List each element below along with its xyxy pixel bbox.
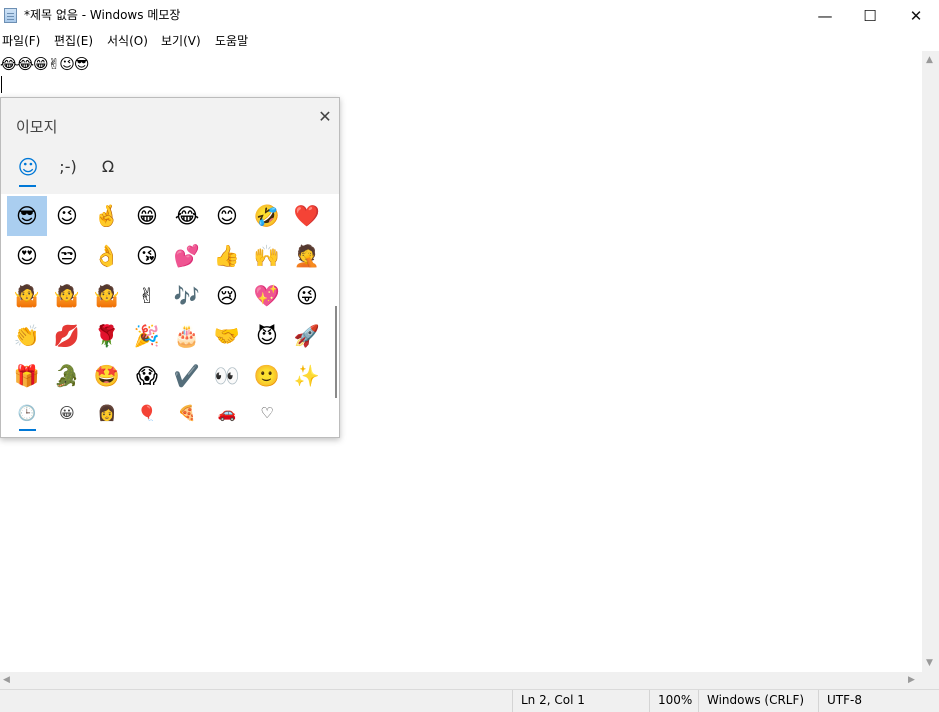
emoji-panel-close-icon[interactable]: ✕ — [313, 105, 337, 129]
emoji-cell[interactable]: 🤣 — [247, 196, 287, 236]
scroll-left-arrow[interactable]: ◀ — [3, 675, 10, 685]
emoji-cell[interactable]: 😜 — [287, 276, 327, 316]
menu-file[interactable]: 파일(F) — [2, 33, 40, 49]
emoji-cell[interactable]: 🐊 — [47, 356, 87, 396]
emoji-cell[interactable]: 😂 — [167, 196, 207, 236]
emoji-cell[interactable]: 😁 — [127, 196, 167, 236]
emoji-cell[interactable]: 👀 — [207, 356, 247, 396]
text-caret — [1, 76, 2, 93]
emoji-grid: 😎 😉 🤞 😁 😂 😊 🤣 ❤️ 😍 😒 👌 😘 💕 👍 🙌 🤦 🤷 🤷 🤷 ✌ 🎶 😢 💖 😜 👏 💋 🌹 🎉 🎂 🤝 😈 🚀 🎁 🐊 🤩 😱 ✔️ 👀… — [1, 194, 339, 436]
emoji-cell[interactable]: 👌 — [87, 236, 127, 276]
emoji-cell[interactable]: 😢 — [207, 276, 247, 316]
scroll-down-arrow[interactable]: ▼ — [926, 658, 933, 668]
emoji-cell[interactable]: 😊 — [207, 196, 247, 236]
category-food-icon[interactable]: 🍕 — [167, 401, 207, 425]
category-people-icon[interactable]: 👩 — [87, 401, 127, 425]
emoji-cell[interactable]: 🌹 — [87, 316, 127, 356]
status-encoding: UTF-8 — [818, 690, 939, 712]
emoji-cell[interactable]: 🤷 — [47, 276, 87, 316]
emoji-cell[interactable]: ✔️ — [167, 356, 207, 396]
emoji-panel-title: 이모지 — [16, 118, 58, 136]
emoji-cell[interactable]: 💖 — [247, 276, 287, 316]
emoji-cell[interactable]: 🤝 — [207, 316, 247, 356]
scrollbar-corner — [922, 672, 939, 689]
emoji-cell[interactable]: 🚀 — [287, 316, 327, 356]
menu-edit[interactable]: 편집(E) — [54, 33, 93, 49]
emoji-cell[interactable]: 😈 — [247, 316, 287, 356]
menu-view[interactable]: 보기(V) — [161, 33, 201, 49]
editor-line-1: 😂😂😁✌😉😎 — [0, 55, 90, 73]
emoji-cell[interactable]: 🎶 — [167, 276, 207, 316]
menu-format[interactable]: 서식(O) — [107, 33, 148, 49]
vertical-scrollbar[interactable]: ▲ ▼ — [922, 51, 939, 672]
category-smileys-icon[interactable]: 😀 — [47, 401, 87, 425]
scroll-right-arrow[interactable]: ▶ — [908, 675, 915, 685]
notepad-icon — [4, 8, 17, 23]
tab-symbols[interactable]: Ω — [95, 155, 121, 179]
horizontal-scrollbar[interactable]: ◀ ▶ — [0, 672, 922, 689]
emoji-cell[interactable]: ✌ — [127, 276, 167, 316]
title-bar: *제목 없음 - Windows 메모장 — ☐ ✕ — [0, 0, 939, 31]
category-travel-icon[interactable]: 🚗 — [207, 401, 247, 425]
emoji-cell[interactable]: 💕 — [167, 236, 207, 276]
status-cursor-position: Ln 2, Col 1 — [512, 690, 649, 712]
emoji-cell[interactable]: 💋 — [47, 316, 87, 356]
menu-help[interactable]: 도움말 — [215, 33, 248, 49]
emoji-cell[interactable]: 👍 — [207, 236, 247, 276]
window-title: *제목 없음 - Windows 메모장 — [24, 8, 181, 22]
emoji-cell[interactable]: 😉 — [47, 196, 87, 236]
emoji-cell[interactable]: 😱 — [127, 356, 167, 396]
status-zoom: 100% — [649, 690, 698, 712]
emoji-cell[interactable]: 🤷 — [87, 276, 127, 316]
emoji-panel: 이모지 ✕ ☺ ;-) Ω 😎 😉 🤞 😁 😂 😊 🤣 ❤️ 😍 😒 👌 😘 💕 👍 🙌 🤦 🤷 🤷 🤷 ✌ 🎶 😢 💖 😜 👏… — [0, 97, 340, 438]
emoji-cell[interactable]: 🤞 — [87, 196, 127, 236]
maximize-button[interactable]: ☐ — [847, 0, 893, 31]
emoji-cell[interactable]: 🤦 — [287, 236, 327, 276]
emoji-cell[interactable]: 🎁 — [7, 356, 47, 396]
category-celebration-icon[interactable]: 🎈 — [127, 401, 167, 425]
emoji-cell[interactable]: 🤷 — [7, 276, 47, 316]
emoji-cell[interactable]: 🎂 — [167, 316, 207, 356]
emoji-cell[interactable]: 😒 — [47, 236, 87, 276]
emoji-cell[interactable]: 😘 — [127, 236, 167, 276]
emoji-cell[interactable]: 🎉 — [127, 316, 167, 356]
emoji-category-bar: 🕒 😀 👩 🎈 🍕 🚗 ♡ — [1, 398, 339, 437]
emoji-cell[interactable]: 🤩 — [87, 356, 127, 396]
tab-kaomoji[interactable]: ;-) — [53, 155, 83, 179]
category-recent-icon[interactable]: 🕒 — [7, 401, 47, 425]
status-line-ending: Windows (CRLF) — [698, 690, 818, 712]
active-tab-indicator — [19, 185, 36, 187]
category-symbols-icon[interactable]: ♡ — [247, 401, 287, 425]
status-bar: Ln 2, Col 1 100% Windows (CRLF) UTF-8 — [0, 689, 939, 712]
minimize-button[interactable]: — — [802, 0, 848, 31]
emoji-cell[interactable]: ✨ — [287, 356, 327, 396]
emoji-cell[interactable]: 🙌 — [247, 236, 287, 276]
emoji-cell[interactable]: 😍 — [7, 236, 47, 276]
emoji-cell[interactable]: 😎 — [7, 196, 47, 236]
emoji-cell[interactable]: 🙂 — [247, 356, 287, 396]
active-category-indicator — [19, 429, 36, 431]
tab-emoji[interactable]: ☺ — [15, 155, 41, 179]
menu-bar: 파일(F) 편집(E) 서식(O) 보기(V) 도움말 — [0, 31, 939, 51]
scroll-up-arrow[interactable]: ▲ — [926, 55, 933, 65]
emoji-cell[interactable]: ❤️ — [287, 196, 327, 236]
close-button[interactable]: ✕ — [893, 0, 939, 31]
emoji-cell[interactable]: 👏 — [7, 316, 47, 356]
